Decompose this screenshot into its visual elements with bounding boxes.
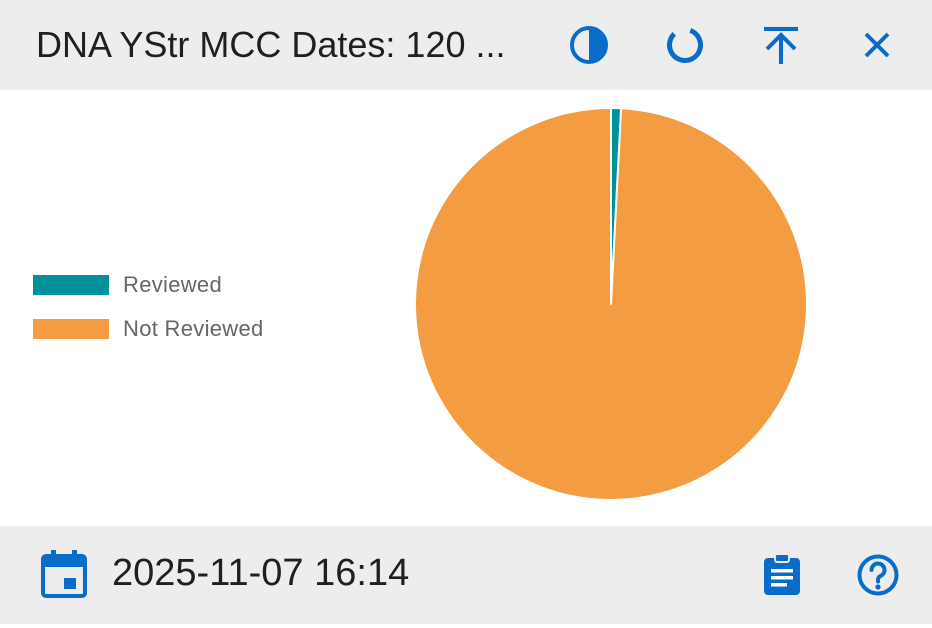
last-updated-timestamp: 2025-11-07 16:14 [112, 552, 410, 594]
contrast-icon[interactable] [566, 22, 612, 68]
pie-chart [414, 107, 808, 501]
pin-to-top-icon[interactable] [758, 22, 804, 68]
footer-divider [0, 624, 932, 628]
clipboard-icon[interactable] [760, 552, 804, 598]
widget-header: DNA YStr MCC Dates: 120 ... [0, 0, 932, 90]
pie-slice-not-reviewed[interactable] [414, 107, 808, 501]
chart-area: Reviewed Not Reviewed [0, 90, 932, 526]
widget-panel: DNA YStr MCC Dates: 120 ... Reviewed Not… [0, 0, 932, 628]
help-icon[interactable] [855, 552, 901, 598]
refresh-icon[interactable] [662, 22, 708, 68]
widget-footer: 2025-11-07 16:14 [0, 526, 932, 624]
widget-title: DNA YStr MCC Dates: 120 ... [36, 24, 506, 65]
calendar-icon[interactable] [38, 548, 90, 600]
close-icon[interactable] [854, 22, 900, 68]
